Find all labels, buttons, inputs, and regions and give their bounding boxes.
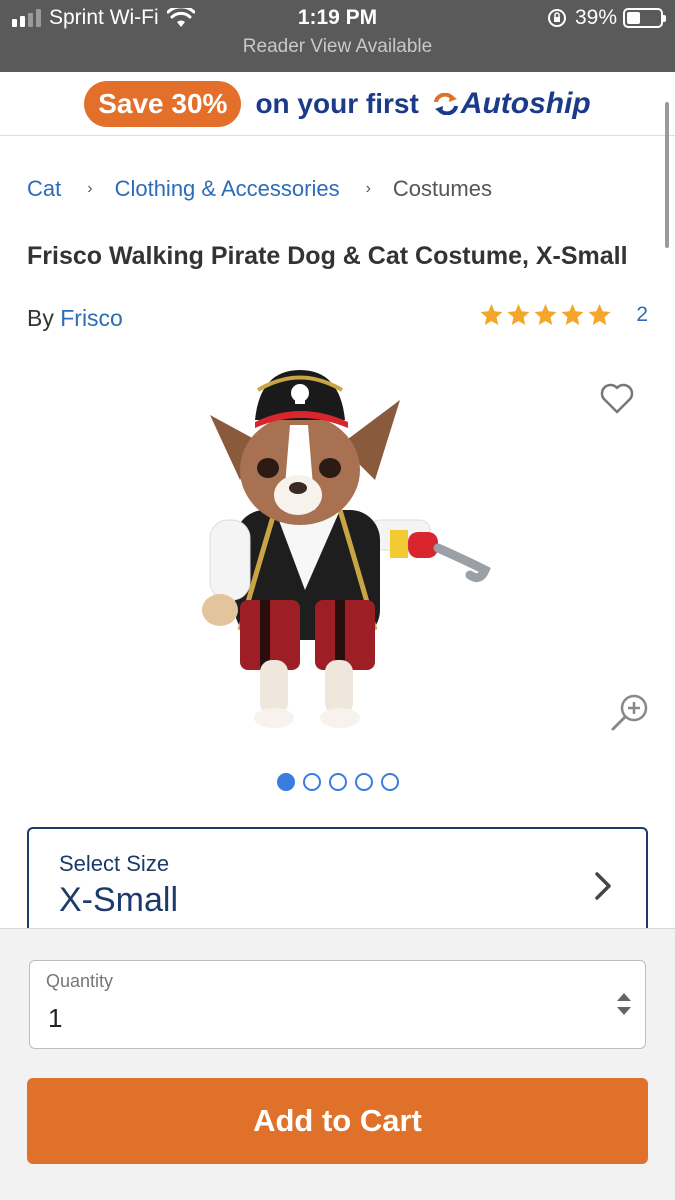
breadcrumb: Cat › Clothing & Accessories › Costumes xyxy=(27,176,492,202)
stepper-arrows-icon[interactable] xyxy=(615,991,633,1017)
star-icon xyxy=(588,304,611,325)
battery-icon xyxy=(623,8,666,28)
breadcrumb-clothing[interactable]: Clothing & Accessories xyxy=(115,176,340,202)
gallery-dot[interactable] xyxy=(276,773,295,791)
zoom-in-icon[interactable] xyxy=(610,692,650,732)
size-label: Select Size xyxy=(59,851,170,876)
breadcrumb-costumes: Costumes xyxy=(392,176,492,201)
quantity-label: Quantity xyxy=(46,971,114,991)
breadcrumb-cat[interactable]: Cat xyxy=(27,176,61,202)
autoship-label: Autoship xyxy=(460,86,591,120)
purchase-panel: Quantity 1 Add to Cart xyxy=(0,928,675,1200)
star-icon xyxy=(561,304,584,325)
promo-text: on your first xyxy=(255,87,419,119)
quantity-value[interactable]: 1 xyxy=(48,1003,62,1034)
brand-row: By Frisco xyxy=(27,305,123,332)
star-icon xyxy=(480,304,503,325)
by-label: By xyxy=(27,305,54,331)
product-title: Frisco Walking Pirate Dog & Cat Costume,… xyxy=(27,242,628,270)
review-count[interactable]: 2 xyxy=(636,303,648,327)
brand-link[interactable]: Frisco xyxy=(60,305,123,331)
orientation-lock-icon xyxy=(547,9,566,27)
size-value: X-Small xyxy=(59,881,179,919)
heart-icon[interactable] xyxy=(600,383,634,415)
breadcrumb-separator: › xyxy=(365,180,371,197)
status-right: 39% xyxy=(547,6,666,30)
gallery-pagination xyxy=(0,773,675,791)
size-selector[interactable]: Select Size X-Small xyxy=(27,827,648,937)
gallery-dot[interactable] xyxy=(328,773,347,791)
gallery-dot[interactable] xyxy=(380,773,399,791)
page-scrollbar[interactable] xyxy=(665,102,669,248)
autoship-icon xyxy=(433,92,458,115)
promo-badge: Save 30% xyxy=(84,80,242,127)
reader-view-notice[interactable]: Reader View Available xyxy=(0,36,675,58)
star-rating xyxy=(479,303,612,327)
autoship-logo: Autoship xyxy=(433,87,591,121)
autoship-promo-banner[interactable]: Save 30% on your first Autoship xyxy=(0,72,675,136)
star-icon xyxy=(534,304,557,325)
product-image[interactable] xyxy=(180,360,500,740)
quantity-stepper[interactable]: Quantity 1 xyxy=(29,960,646,1049)
battery-percent: 39% xyxy=(574,6,617,29)
rating[interactable]: 2 xyxy=(479,303,648,327)
chevron-right-icon xyxy=(595,872,611,900)
star-icon xyxy=(507,304,530,325)
gallery-dot[interactable] xyxy=(354,773,373,791)
status-bar: Sprint Wi-Fi 1:19 PM Reader View Availab… xyxy=(0,0,675,72)
gallery-dot[interactable] xyxy=(302,773,321,791)
add-to-cart-button[interactable]: Add to Cart xyxy=(27,1078,648,1164)
breadcrumb-separator: › xyxy=(87,180,93,197)
